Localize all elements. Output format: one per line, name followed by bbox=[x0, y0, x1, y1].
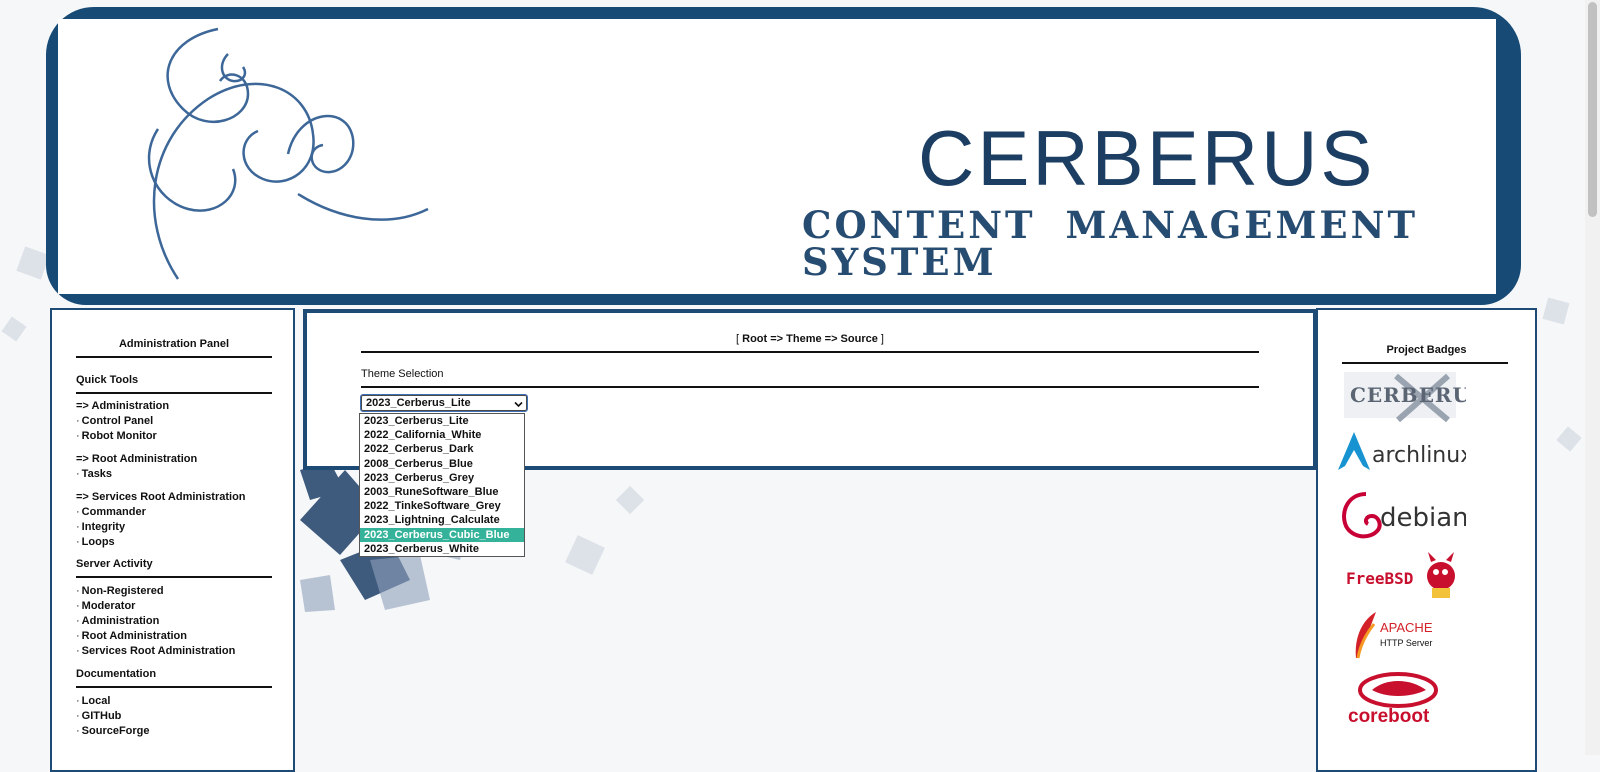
root-administration-activity-label: Root Administration bbox=[81, 630, 187, 642]
banner-inner: CERBERUS CONTENT MANAGEMENT SYSTEM bbox=[58, 19, 1496, 294]
theme-option[interactable]: 2022_Cerberus_Dark bbox=[360, 442, 524, 456]
site-banner: CERBERUS CONTENT MANAGEMENT SYSTEM bbox=[46, 7, 1521, 305]
sourceforge-label: SourceForge bbox=[81, 725, 150, 737]
chevron-down-icon bbox=[514, 399, 523, 411]
non-registered-link[interactable]: · Non-Registered bbox=[76, 584, 272, 599]
tasks-link[interactable]: · Tasks bbox=[76, 467, 272, 482]
bullet: · bbox=[76, 468, 80, 480]
loops-link[interactable]: · Loops bbox=[76, 535, 272, 550]
apache-badge-subtext: HTTP Server bbox=[1380, 638, 1432, 648]
administration-link[interactable]: => Administration bbox=[76, 399, 272, 414]
bullet: · bbox=[76, 585, 80, 597]
documentation-list: · Local · GITHub · SourceForge bbox=[76, 694, 272, 739]
tasks-label: Tasks bbox=[81, 468, 113, 480]
theme-option[interactable]: 2023_Cerberus_Grey bbox=[360, 471, 524, 485]
bullet: · bbox=[76, 630, 80, 642]
breadcrumb-open: [ bbox=[736, 333, 740, 345]
bullet: · bbox=[76, 506, 80, 518]
admin-panel: Administration Panel Quick Tools => Admi… bbox=[50, 308, 295, 772]
archlinux-badge-text: archlinux bbox=[1372, 443, 1466, 468]
robot-monitor-link[interactable]: · Robot Monitor bbox=[76, 429, 272, 444]
github-label: GITHub bbox=[81, 710, 122, 722]
breadcrumb-path[interactable]: Root => Theme => Source bbox=[742, 333, 878, 345]
scrollbar-thumb[interactable] bbox=[1588, 2, 1597, 217]
documentation-heading: Documentation bbox=[76, 668, 272, 688]
coreboot-badge-text: coreboot bbox=[1348, 706, 1430, 727]
commander-label: Commander bbox=[81, 506, 146, 518]
moderator-label: Moderator bbox=[81, 600, 136, 612]
services-root-administration-link[interactable]: => Services Root Administration bbox=[76, 490, 272, 505]
breadcrumb-close: ] bbox=[880, 333, 884, 345]
cerberus-badge[interactable]: CERBERUS bbox=[1336, 368, 1485, 425]
bullet: · bbox=[76, 645, 80, 657]
commander-link[interactable]: · Commander bbox=[76, 505, 272, 520]
breadcrumb: [ Root => Theme => Source ] bbox=[307, 333, 1313, 345]
theme-option[interactable]: 2022_TinkeSoftware_Grey bbox=[360, 499, 524, 513]
theme-option[interactable]: 2022_California_White bbox=[360, 428, 524, 442]
theme-option[interactable]: 2023_Lightning_Calculate bbox=[360, 513, 524, 527]
bullet: · bbox=[76, 710, 80, 722]
theme-select[interactable]: 2023_Cerberus_Lite bbox=[360, 394, 528, 412]
theme-select-value: 2023_Cerberus_Lite bbox=[366, 397, 471, 409]
administration-activity-link[interactable]: · Administration bbox=[76, 614, 272, 629]
theme-options-list[interactable]: 2023_Cerberus_Lite 2022_California_White… bbox=[359, 413, 525, 557]
project-badges-title: Project Badges bbox=[1386, 344, 1467, 356]
divider bbox=[361, 351, 1259, 353]
divider bbox=[1342, 362, 1508, 364]
bullet: · bbox=[76, 430, 80, 442]
freebsd-badge-text: FreeBSD bbox=[1346, 569, 1413, 588]
apache-badge[interactable]: APACHE HTTP Server bbox=[1336, 608, 1466, 667]
integrity-link[interactable]: · Integrity bbox=[76, 520, 272, 535]
theme-option-highlighted[interactable]: 2023_Cerberus_Cubic_Blue bbox=[360, 527, 524, 542]
bullet: · bbox=[76, 695, 80, 707]
coreboot-badge[interactable]: coreboot bbox=[1336, 668, 1466, 731]
apache-badge-text: APACHE bbox=[1380, 620, 1433, 635]
quick-tools-group-services: => Services Root Administration · Command… bbox=[76, 490, 272, 550]
robot-monitor-label: Robot Monitor bbox=[81, 430, 157, 442]
local-doc-link[interactable]: · Local bbox=[76, 694, 272, 709]
theme-selection-label: Theme Selection bbox=[361, 368, 444, 380]
banner-subtitle: CONTENT MANAGEMENT SYSTEM bbox=[802, 203, 1418, 284]
bullet: · bbox=[76, 600, 80, 612]
administration-activity-label: Administration bbox=[81, 615, 160, 627]
bullet: · bbox=[76, 415, 80, 427]
project-badges-panel: Project Badges CERBERUS archlinux debian… bbox=[1316, 308, 1537, 772]
quick-tools-group-root: => Root Administration · Tasks bbox=[76, 452, 272, 482]
debian-badge[interactable]: debian bbox=[1336, 486, 1469, 545]
non-registered-label: Non-Registered bbox=[81, 585, 164, 597]
freebsd-badge[interactable]: FreeBSD bbox=[1336, 548, 1466, 607]
bullet: · bbox=[76, 521, 80, 533]
archlinux-badge[interactable]: archlinux bbox=[1336, 430, 1473, 479]
quick-tools-group-administration: => Administration · Control Panel · Robot … bbox=[76, 399, 272, 444]
server-activity-heading: Server Activity bbox=[76, 558, 272, 578]
theme-option[interactable]: 2008_Cerberus_Blue bbox=[360, 457, 524, 471]
root-administration-link[interactable]: => Root Administration bbox=[76, 452, 272, 467]
bullet: · bbox=[76, 725, 80, 737]
cerberus-badge-text: CERBERUS bbox=[1350, 383, 1466, 407]
root-administration-activity-link[interactable]: · Root Administration bbox=[76, 629, 272, 644]
debian-badge-text: debian bbox=[1380, 503, 1466, 533]
local-doc-label: Local bbox=[81, 695, 111, 707]
github-link[interactable]: · GITHub bbox=[76, 709, 272, 724]
theme-option[interactable]: 2023_Cerberus_White bbox=[360, 542, 524, 556]
control-panel-link[interactable]: · Control Panel bbox=[76, 414, 272, 429]
swirl-logo-icon bbox=[147, 27, 429, 280]
bullet: · bbox=[76, 536, 80, 548]
divider bbox=[361, 386, 1259, 388]
services-root-administration-activity-link[interactable]: · Services Root Administration bbox=[76, 644, 272, 659]
admin-panel-title: Administration Panel bbox=[76, 338, 272, 358]
integrity-label: Integrity bbox=[81, 521, 126, 533]
bullet: · bbox=[76, 615, 80, 627]
services-root-administration-activity-label: Services Root Administration bbox=[81, 645, 236, 657]
sourceforge-link[interactable]: · SourceForge bbox=[76, 724, 272, 739]
theme-option[interactable]: 2023_Cerberus_Lite bbox=[360, 414, 524, 428]
theme-option[interactable]: 2003_RuneSoftware_Blue bbox=[360, 485, 524, 499]
page-scrollbar[interactable] bbox=[1585, 0, 1600, 755]
server-activity-list: · Non-Registered · Moderator · Administrati… bbox=[76, 584, 272, 659]
loops-label: Loops bbox=[81, 536, 115, 548]
moderator-link[interactable]: · Moderator bbox=[76, 599, 272, 614]
quick-tools-heading: Quick Tools bbox=[76, 374, 272, 394]
control-panel-label: Control Panel bbox=[81, 415, 154, 427]
banner-title: CERBERUS bbox=[918, 114, 1376, 202]
